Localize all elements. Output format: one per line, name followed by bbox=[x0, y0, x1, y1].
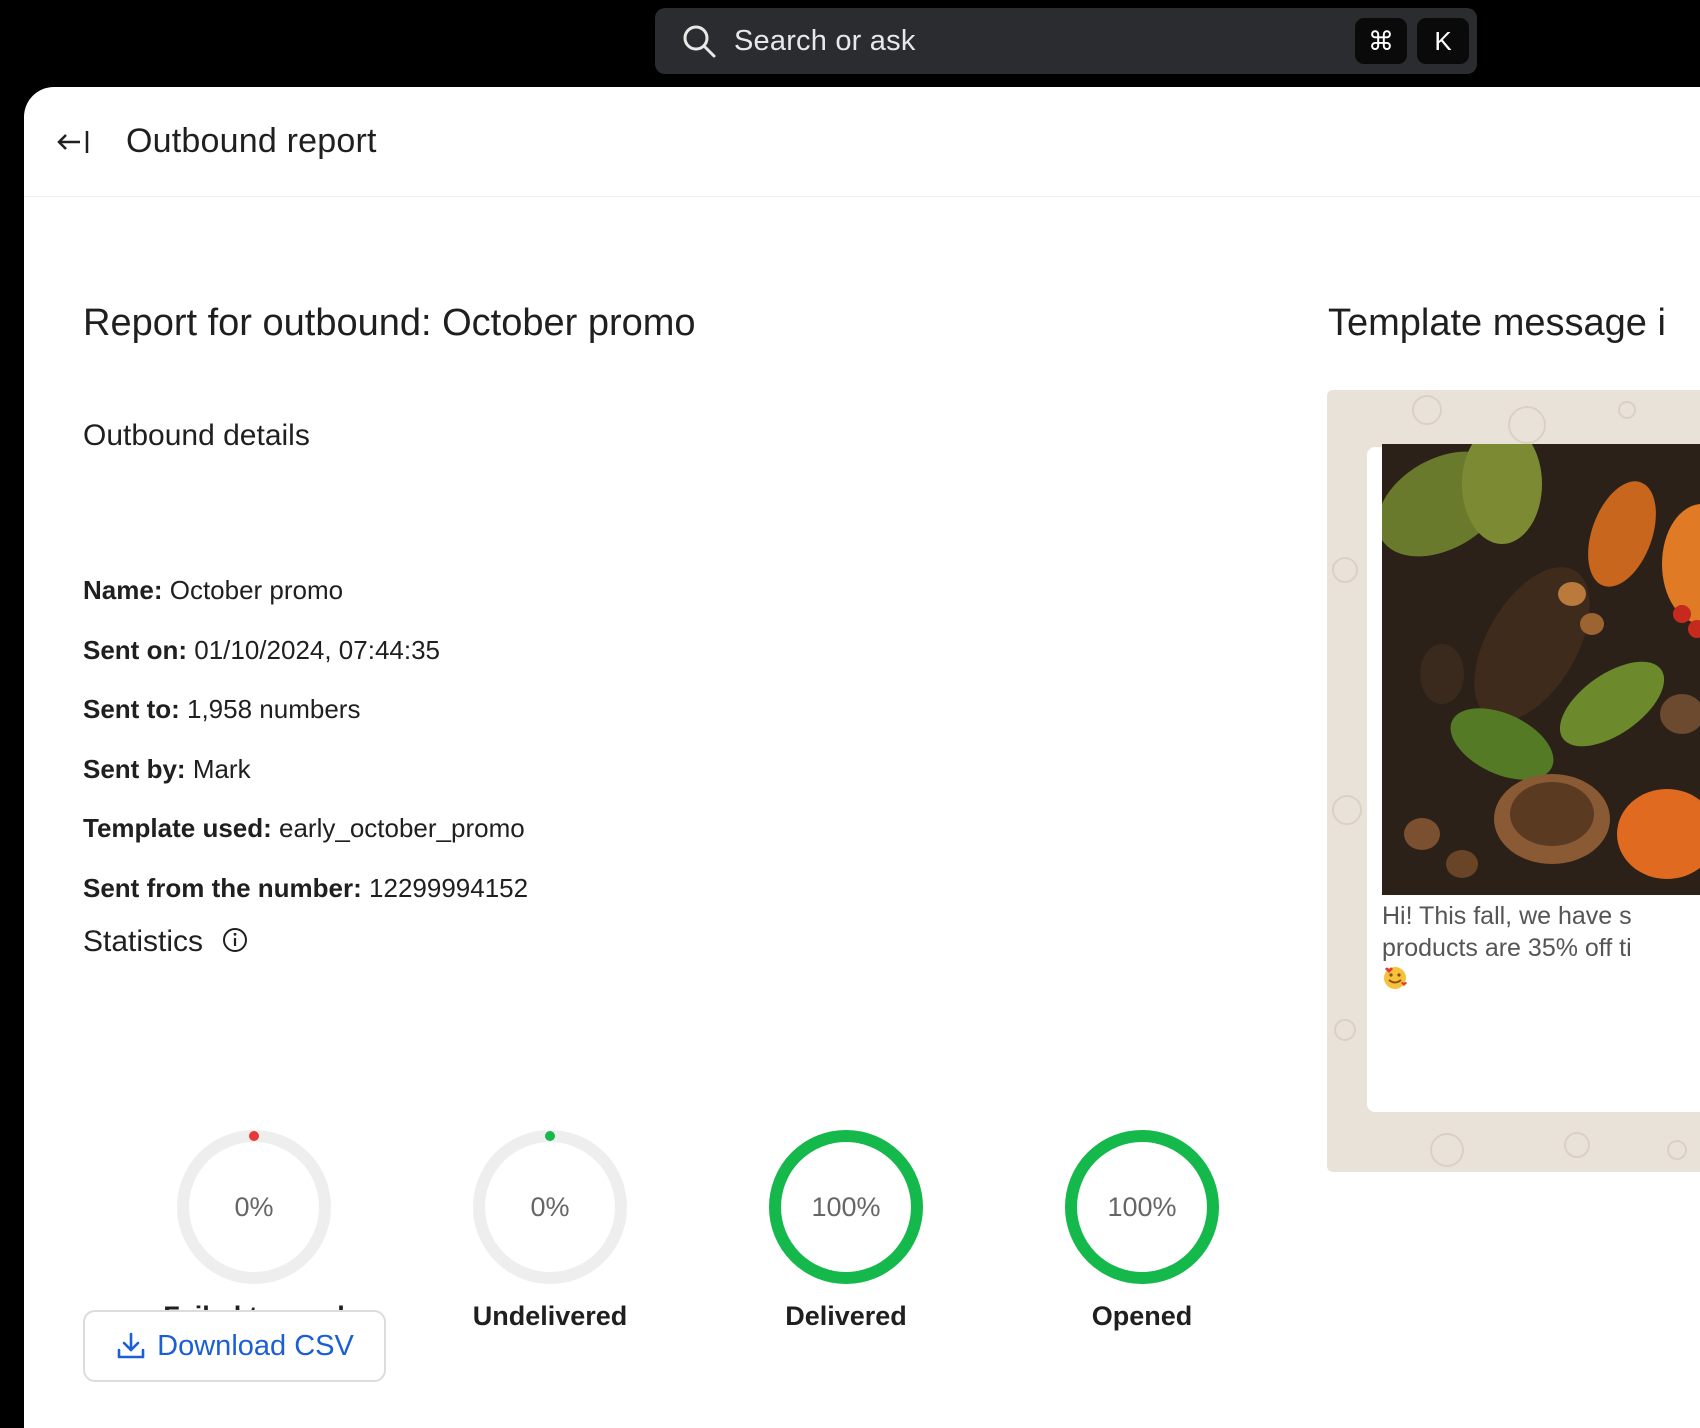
detail-value: 01/10/2024, 07:44:35 bbox=[194, 634, 441, 665]
outbound-details: Name: October promo Sent on: 01/10/2024,… bbox=[83, 575, 528, 932]
detail-sent-to: Sent to: 1,958 numbers bbox=[83, 694, 528, 754]
search-placeholder: Search or ask bbox=[734, 24, 916, 57]
ring-chart: 0% bbox=[177, 1130, 331, 1284]
detail-sent-by: Sent by: Mark bbox=[83, 754, 528, 814]
template-text-line: products are 35% off ti bbox=[1382, 934, 1632, 962]
detail-value: October promo bbox=[169, 575, 344, 605]
ring-percent: 100% bbox=[1107, 1192, 1176, 1222]
page-header: Outbound report bbox=[24, 87, 1700, 197]
ring-chart: 0% bbox=[473, 1130, 627, 1284]
search-icon bbox=[683, 25, 716, 58]
statistics-heading: Statistics bbox=[83, 925, 249, 959]
ring-start-dot bbox=[545, 1131, 555, 1141]
main-panel: Outbound report Report for outbound: Oct… bbox=[24, 87, 1700, 1428]
smiling-face-with-hearts-icon bbox=[1384, 967, 1407, 989]
stat-label: Undelivered bbox=[472, 1301, 628, 1331]
detail-label: Sent to: bbox=[83, 694, 180, 724]
statistics-heading-label: Statistics bbox=[83, 925, 204, 958]
ring-percent: 0% bbox=[530, 1192, 569, 1222]
stat-undelivered: 0% Undelivered bbox=[450, 1127, 650, 1332]
detail-label: Name: bbox=[83, 575, 163, 605]
detail-value: 1,958 numbers bbox=[187, 694, 361, 724]
stat-opened: 100% Opened bbox=[1042, 1127, 1242, 1332]
search-bar[interactable]: Search or ask ⌘ K bbox=[655, 8, 1477, 74]
detail-label: Sent on: bbox=[83, 634, 187, 665]
top-bar: Search or ask ⌘ K bbox=[0, 0, 1700, 86]
template-text-line: Hi! This fall, we have s bbox=[1382, 902, 1632, 930]
ring-chart: 100% bbox=[1065, 1130, 1219, 1284]
detail-label: Sent from the number: bbox=[83, 872, 362, 903]
ring-chart: 100% bbox=[769, 1130, 923, 1284]
template-preview-title: Template message i bbox=[1328, 302, 1666, 344]
outbound-details-heading: Outbound details bbox=[83, 419, 310, 452]
ring-start-dot bbox=[249, 1131, 259, 1141]
detail-sent-on: Sent on: 01/10/2024, 07:44:35 bbox=[83, 635, 528, 695]
detail-sent-from: Sent from the number: 12299994152 bbox=[83, 873, 528, 933]
detail-template-used: Template used: early_october_promo bbox=[83, 813, 528, 873]
ring-percent: 100% bbox=[811, 1192, 880, 1222]
detail-value: Mark bbox=[192, 753, 251, 784]
download-icon bbox=[117, 1332, 145, 1359]
detail-name: Name: October promo bbox=[83, 575, 528, 635]
stat-label: Delivered bbox=[785, 1301, 907, 1331]
download-csv-button[interactable]: Download CSV bbox=[83, 1310, 386, 1382]
stat-label: Opened bbox=[1091, 1301, 1193, 1331]
back-arrow-icon[interactable] bbox=[54, 124, 96, 160]
template-header-image bbox=[1382, 444, 1700, 895]
download-csv-label: Download CSV bbox=[157, 1329, 354, 1362]
shortcut-cmd-key: ⌘ bbox=[1355, 18, 1407, 64]
stat-failed-to-send: 0% Failed to send bbox=[154, 1127, 354, 1332]
stat-delivered: 100% Delivered bbox=[746, 1127, 946, 1332]
detail-label: Sent by: bbox=[83, 753, 186, 784]
detail-value: early_october_promo bbox=[279, 813, 525, 843]
page-title: Outbound report bbox=[126, 122, 377, 160]
autumn-leaves-image bbox=[1382, 444, 1700, 895]
ring-percent: 0% bbox=[234, 1192, 273, 1222]
shortcut-k-key: K bbox=[1417, 18, 1469, 64]
detail-value: 12299994152 bbox=[369, 872, 529, 903]
template-preview-background: Hi! This fall, we have s products are 35… bbox=[1327, 390, 1700, 1172]
detail-label: Template used: bbox=[83, 813, 272, 843]
report-title: Report for outbound: October promo bbox=[83, 302, 696, 344]
info-icon[interactable] bbox=[221, 926, 249, 954]
template-message-text: Hi! This fall, we have s products are 35… bbox=[1382, 900, 1700, 998]
